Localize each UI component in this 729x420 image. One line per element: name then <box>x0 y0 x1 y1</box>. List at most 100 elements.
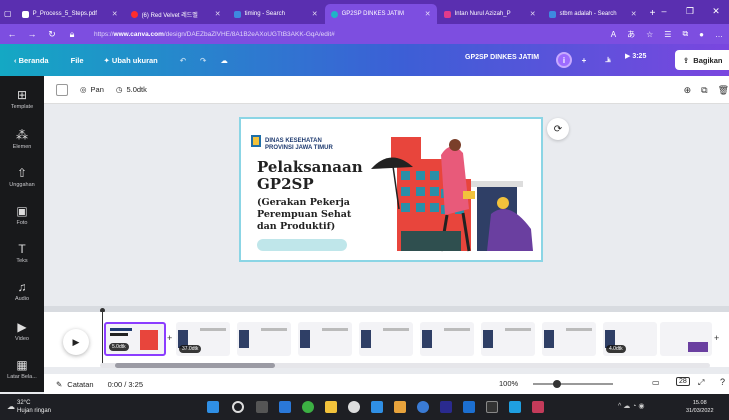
page-duration: 37.0dtk <box>179 345 202 353</box>
chrome-icon[interactable] <box>302 401 314 413</box>
timeline-scrollbar-thumb[interactable] <box>115 363 275 368</box>
sidebar-item-uploads[interactable]: ⇧ Unggahan <box>0 166 44 188</box>
collaborator-avatar[interactable]: i <box>556 52 572 68</box>
duration-button[interactable]: ◷ 5.0dtk <box>116 85 147 94</box>
fullscreen-icon[interactable]: ⤢ <box>698 378 704 388</box>
zoom-slider-thumb[interactable] <box>553 380 561 388</box>
sidebar-item-text[interactable]: T Teks <box>0 242 44 264</box>
word-icon[interactable] <box>463 401 475 413</box>
minimize-button[interactable]: – <box>651 0 677 24</box>
timeline-thumbnail[interactable]: 4.0dtk <box>603 322 657 356</box>
collections-icon[interactable]: ⧉ <box>682 29 688 39</box>
timeline-thumbnail[interactable] <box>237 322 291 356</box>
add-page-icon[interactable]: ⊕ <box>684 85 692 96</box>
page-count[interactable]: 28 <box>676 377 690 386</box>
home-button[interactable]: ‹ Beranda <box>14 56 49 65</box>
undo-icon[interactable]: ↶ <box>180 56 186 65</box>
timeline-thumbnail[interactable] <box>660 322 712 356</box>
insights-chart-icon[interactable]: ⫡ <box>600 52 616 68</box>
notes-button[interactable]: Catatan <box>67 380 93 389</box>
reload-icon[interactable]: ↻ <box>44 29 60 40</box>
sidebar-item-background[interactable]: ▦ Latar Bela... <box>0 358 44 380</box>
document-title[interactable]: GP2SP DINKES JATIM <box>465 54 539 61</box>
close-tab-icon[interactable]: ✕ <box>312 10 318 18</box>
add-page-button[interactable]: + <box>714 333 719 343</box>
app-icon[interactable] <box>486 401 498 413</box>
store-icon[interactable] <box>371 401 383 413</box>
app-icon[interactable] <box>509 401 521 413</box>
browser-tab[interactable]: timing - Search ✕ <box>228 4 324 24</box>
play-button[interactable]: ▶ <box>63 329 89 355</box>
help-icon[interactable]: ? <box>720 377 725 387</box>
sidebar-item-audio[interactable]: ♫ Audio <box>0 280 44 302</box>
sidebar-item-photos[interactable]: ▣ Foto <box>0 204 44 226</box>
app-icon[interactable] <box>394 401 406 413</box>
duplicate-page-icon[interactable]: ⧉ <box>701 85 707 96</box>
read-aloud-icon[interactable]: A <box>611 30 616 39</box>
notes-icon[interactable]: ✎ <box>56 380 62 389</box>
translate-icon[interactable]: あ <box>627 29 635 40</box>
clock[interactable]: 15.08 31/03/2022 <box>686 399 714 415</box>
timeline-thumbnail[interactable] <box>542 322 596 356</box>
background-color-swatch[interactable] <box>56 83 68 96</box>
editor-menu-bar: ‹ Beranda File ✦ Ubah ukuran ↶ ↷ ☁ GP2SP… <box>0 44 729 76</box>
favorites-list-icon[interactable]: ☰ <box>664 30 671 39</box>
grid-view-icon[interactable]: ▭ <box>652 378 660 387</box>
add-collaborator-icon[interactable]: + <box>576 52 592 68</box>
share-button[interactable]: ⇪ Bagikan <box>675 50 729 70</box>
timeline-thumbnail[interactable] <box>420 322 474 356</box>
app-icon[interactable] <box>532 401 544 413</box>
tab-actions-icon[interactable]: ▢ <box>4 9 12 18</box>
more-icon[interactable]: … <box>715 30 723 39</box>
delete-page-icon[interactable]: 🗑︎ <box>718 85 729 96</box>
sidebar-item-elements[interactable]: ⁂ Elemen <box>0 128 44 150</box>
close-tab-icon[interactable]: ✕ <box>530 10 536 18</box>
audio-icon: ♫ <box>17 280 27 294</box>
timeline-thumbnail[interactable]: 37.0dtk <box>176 322 230 356</box>
file-explorer-icon[interactable] <box>325 401 337 413</box>
app-icon[interactable] <box>417 401 429 413</box>
slide-canvas[interactable]: DINAS KESEHATAN PROVINSI JAWA TIMUR Pela… <box>239 117 543 262</box>
browser-tab[interactable]: P_Process_5_Steps.pdf ✕ <box>16 4 124 24</box>
start-icon[interactable] <box>207 401 219 413</box>
back-icon[interactable]: ← <box>4 29 20 39</box>
url-field[interactable]: https://www.canva.com/design/DAEZbaZlVHE… <box>94 31 335 38</box>
timeline-thumbnail-selected[interactable]: 5.0dtk <box>104 322 166 356</box>
timeline-thumbnail[interactable] <box>481 322 535 356</box>
resize-button[interactable]: ✦ Ubah ukuran <box>104 56 158 65</box>
browser-tab-active[interactable]: GP2SP DINKES JATIM ✕ <box>324 4 437 24</box>
forward-icon[interactable]: → <box>24 29 40 39</box>
sidebar-item-template[interactable]: ⊞ Template <box>0 88 44 110</box>
browser-tab[interactable]: Intan Nurul Azizah_P ✕ <box>438 4 542 24</box>
close-tab-icon[interactable]: ✕ <box>215 10 221 18</box>
edge-icon[interactable] <box>279 401 291 413</box>
close-tab-icon[interactable]: ✕ <box>425 10 431 18</box>
timeline-thumbnail[interactable] <box>359 322 413 356</box>
redo-icon[interactable]: ↷ <box>200 56 206 65</box>
favorite-icon[interactable]: ☆ <box>646 30 653 39</box>
profile-icon[interactable]: ● <box>699 30 704 39</box>
browser-tab[interactable]: (6) Red Velvet 레드벨 ✕ <box>125 4 227 24</box>
close-tab-icon[interactable]: ✕ <box>631 10 637 18</box>
maximize-button[interactable]: ❐ <box>677 0 703 24</box>
sidebar-item-video[interactable]: ▶ Video <box>0 320 44 342</box>
browser-tab[interactable]: stbm adalah - Search ✕ <box>543 4 643 24</box>
close-window-button[interactable]: ✕ <box>703 0 729 24</box>
task-view-icon[interactable] <box>256 401 268 413</box>
app-icon[interactable] <box>440 401 452 413</box>
zoom-level[interactable]: 100% <box>499 379 518 388</box>
search-icon[interactable] <box>232 401 244 413</box>
pan-animation-button[interactable]: ◎ Pan <box>80 85 104 94</box>
close-tab-icon[interactable]: ✕ <box>112 10 118 18</box>
slide-subtitle: (Gerakan Pekerja Perempuan Sehat dan Pro… <box>257 197 352 232</box>
tray-icons[interactable]: ^ ☁ ◔ ◉ <box>618 402 644 410</box>
app-icon[interactable] <box>348 401 360 413</box>
timeline-thumbnail[interactable] <box>298 322 352 356</box>
zoom-slider-track[interactable] <box>533 383 613 385</box>
rotate-icon[interactable]: ⟳ <box>547 118 569 140</box>
file-menu[interactable]: File <box>71 56 84 65</box>
present-button[interactable]: ▶ 3:25 <box>625 52 646 60</box>
weather-widget[interactable]: 32°C Hujan ringan <box>17 399 51 415</box>
bing-icon <box>548 10 556 18</box>
add-transition-icon[interactable]: + <box>167 333 172 343</box>
